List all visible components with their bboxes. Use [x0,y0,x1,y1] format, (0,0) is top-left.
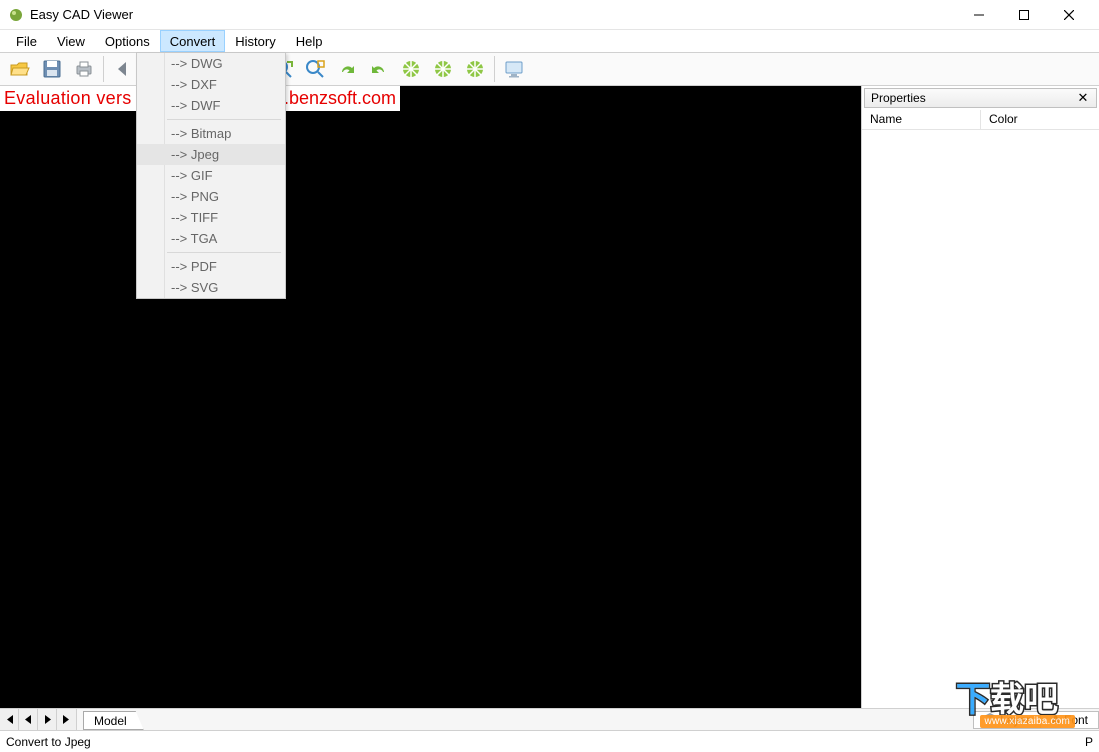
convert-to-png[interactable]: --> PNG [137,186,285,207]
properties-title: Properties [871,91,1076,105]
menubar: File View Options Convert History Help [0,30,1099,52]
convert-to-jpeg[interactable]: --> Jpeg [137,144,285,165]
layers-icon [984,712,996,727]
prop-col-color[interactable]: Color [981,110,1099,129]
redo-button[interactable] [332,54,362,84]
titlebar: Easy CAD Viewer [0,0,1099,30]
zoom-region-button[interactable] [300,54,330,84]
font-a-icon: A [1051,713,1060,727]
print-button[interactable] [69,54,99,84]
convert-to-tga[interactable]: --> TGA [137,228,285,249]
menu-convert[interactable]: Convert [160,30,226,52]
menu-options[interactable]: Options [95,30,160,52]
status-bar: Convert to Jpeg P [0,730,1099,752]
convert-dropdown: --> DWG --> DXF --> DWF --> Bitmap --> J… [136,52,286,299]
status-text: Convert to Jpeg [6,735,91,749]
app-title: Easy CAD Viewer [30,7,133,22]
convert-to-bitmap[interactable]: --> Bitmap [137,123,285,144]
minimize-button[interactable] [956,0,1001,30]
convert-to-dwg[interactable]: --> DWG [137,53,285,74]
close-button[interactable] [1046,0,1091,30]
sheet-tabs: Model [77,709,144,730]
gear-1-button[interactable] [396,54,426,84]
sheet-prev-button[interactable] [19,709,38,730]
convert-to-svg[interactable]: --> SVG [137,277,285,298]
convert-to-tiff[interactable]: --> TIFF [137,207,285,228]
sheet-first-button[interactable] [0,709,19,730]
prop-col-name[interactable]: Name [862,110,981,129]
tab-model[interactable]: Model [83,711,144,730]
drawing-canvas[interactable]: Evaluation vers .benzsoft.com [0,86,861,708]
properties-close-button[interactable]: ✕ [1076,90,1090,106]
convert-to-dxf[interactable]: --> DXF [137,74,285,95]
maximize-button[interactable] [1001,0,1046,30]
sheet-next-button[interactable] [38,709,57,730]
menu-view[interactable]: View [47,30,95,52]
open-button[interactable] [5,54,35,84]
convert-to-dwf[interactable]: --> DWF [137,95,285,116]
tab-strip: Model Layer A Font [0,708,1099,730]
side-tabs: Layer A Font [974,709,1099,730]
gear-3-button[interactable] [460,54,490,84]
save-button[interactable] [37,54,67,84]
menu-file[interactable]: File [6,30,47,52]
convert-to-gif[interactable]: --> GIF [137,165,285,186]
properties-body [862,130,1099,708]
undo-button[interactable] [364,54,394,84]
properties-header: Properties ✕ [864,88,1097,108]
evaluation-banner-right: .benzsoft.com [280,86,400,111]
gear-2-button[interactable] [428,54,458,84]
tab-font[interactable]: A Font [1040,711,1099,729]
sheet-nav [0,709,77,730]
tab-layer[interactable]: Layer [973,711,1041,729]
app-icon [8,7,24,23]
menu-history[interactable]: History [225,30,285,52]
status-right: P [1085,735,1093,749]
sheet-last-button[interactable] [57,709,76,730]
evaluation-banner-left: Evaluation vers [0,86,136,111]
properties-panel: Properties ✕ Name Color [861,86,1099,708]
window-controls [956,0,1091,30]
device-button[interactable] [499,54,529,84]
convert-to-pdf[interactable]: --> PDF [137,256,285,277]
menu-help[interactable]: Help [286,30,333,52]
properties-columns: Name Color [862,110,1099,130]
nav-back-button[interactable] [108,54,138,84]
